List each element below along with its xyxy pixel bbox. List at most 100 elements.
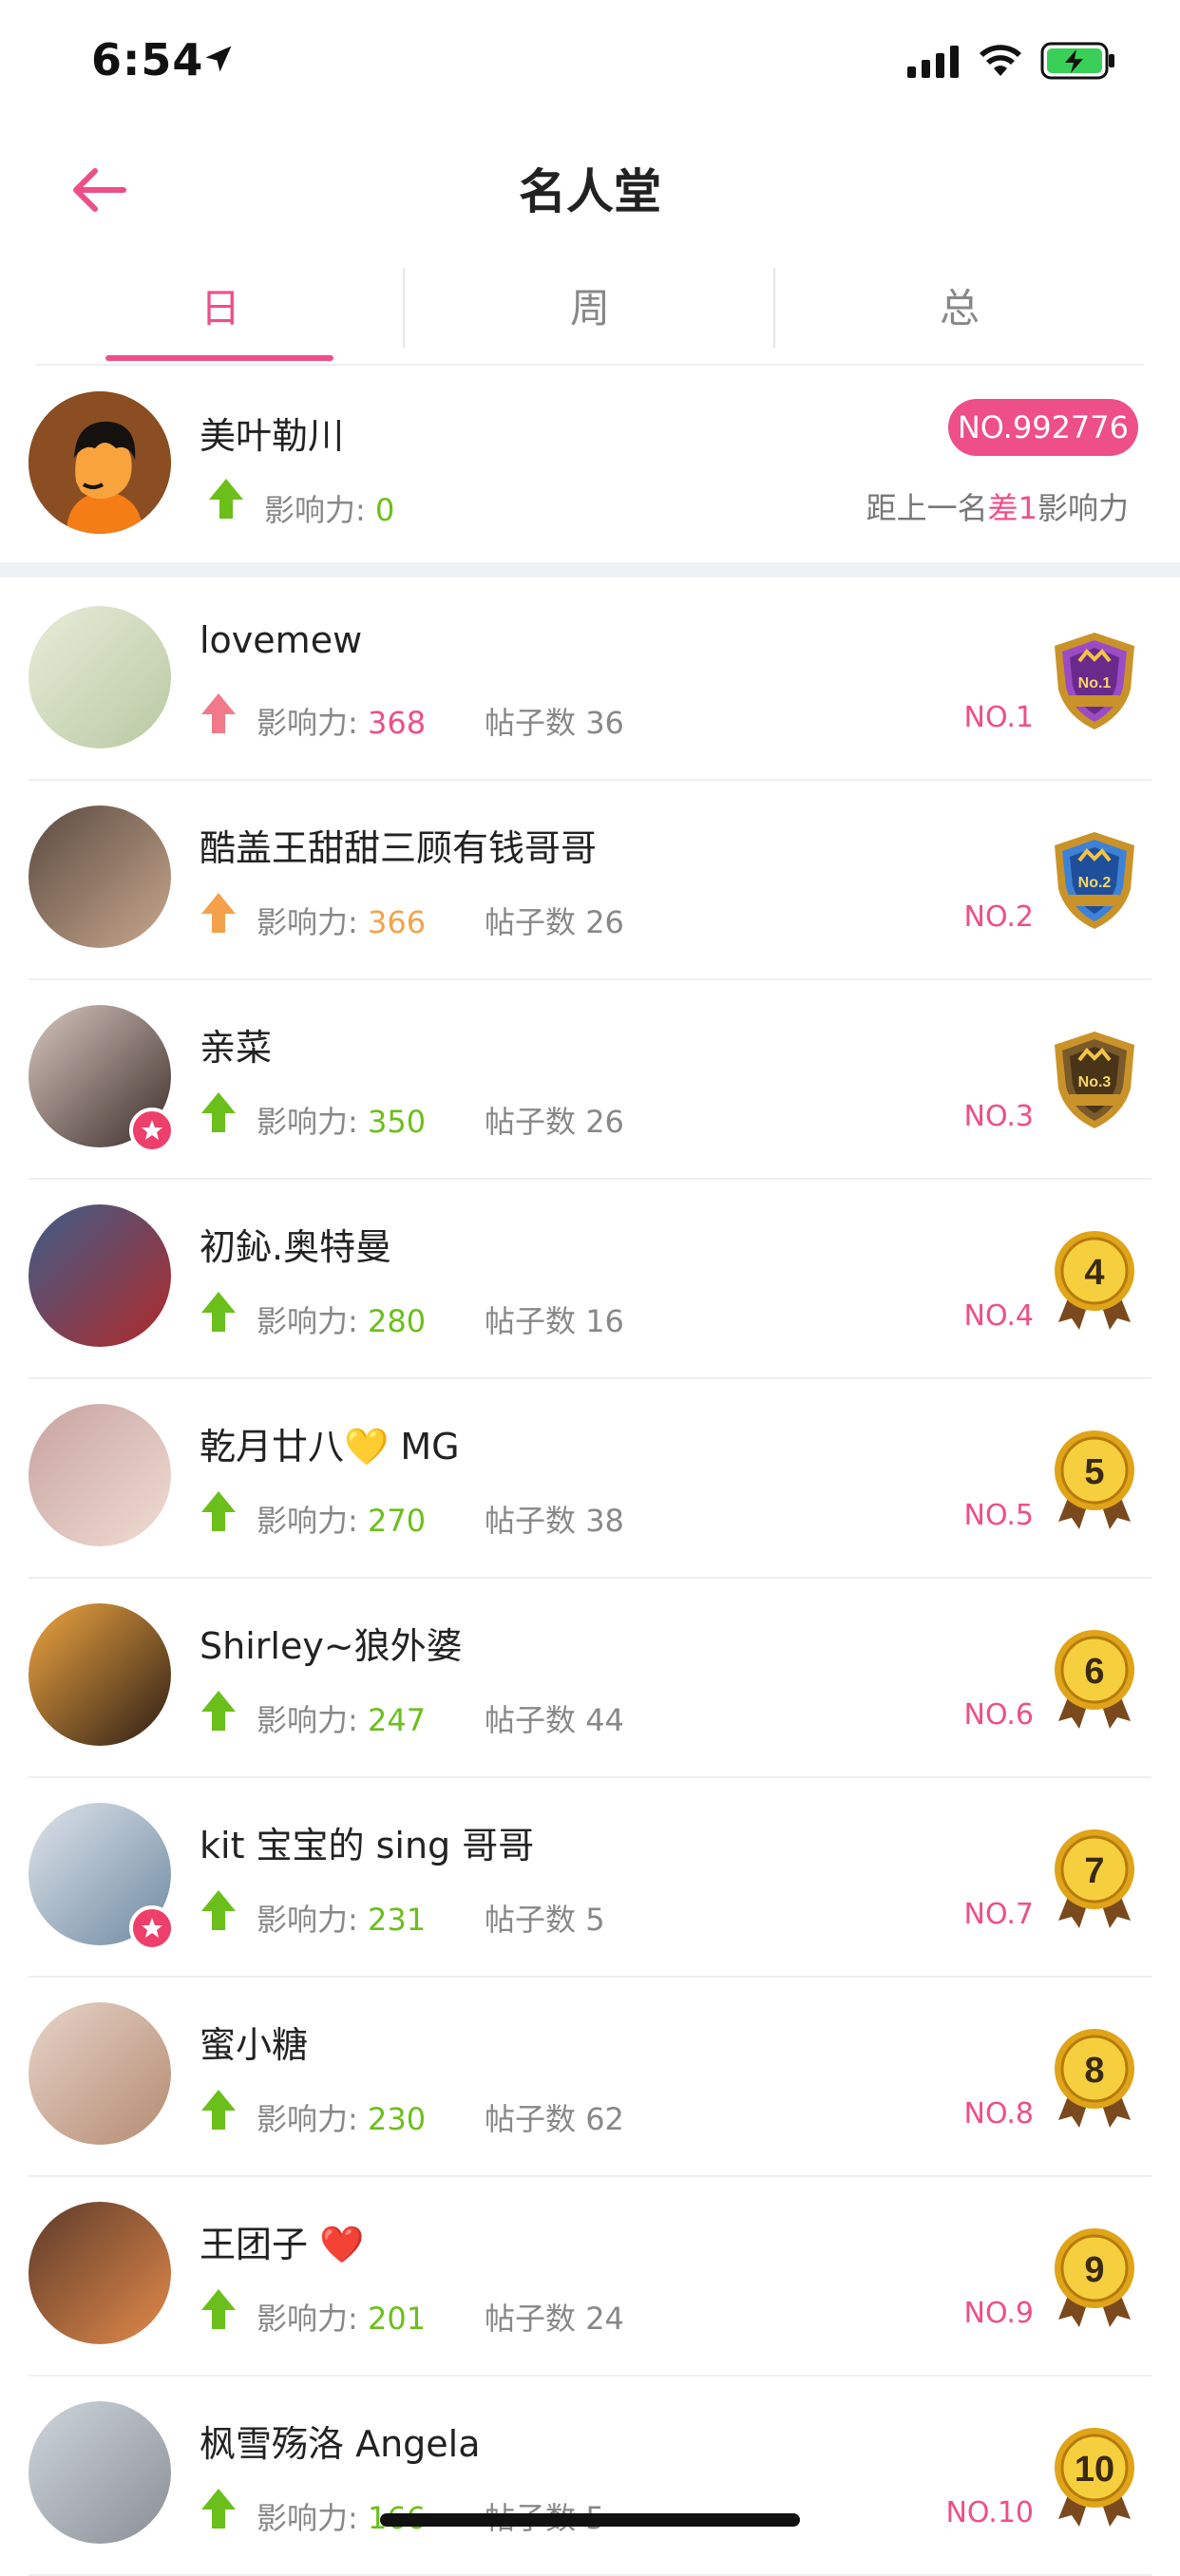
- my-rank-badge: NO.992776: [947, 399, 1138, 456]
- user-name: 蜜小糖: [200, 2024, 309, 2066]
- location-arrow-icon: [205, 46, 232, 72]
- list-item[interactable]: 王团子 ❤️ 影响力: 201 帖子数 24 NO.9 9: [0, 2177, 1180, 2377]
- post-count: 帖子数 36: [485, 699, 624, 743]
- influence-label-text: 影响力:: [257, 1104, 368, 1140]
- posts-value: 62: [585, 2101, 624, 2137]
- avatar[interactable]: [29, 1404, 171, 1546]
- up-arrow-icon: [209, 479, 243, 519]
- influence-label-text: 影响力:: [264, 492, 375, 528]
- avatar[interactable]: [29, 391, 171, 534]
- influence-value: 230: [367, 2101, 427, 2137]
- influence-label: 影响力: 368: [257, 699, 426, 743]
- medal-number: 10: [1075, 2450, 1114, 2490]
- user-name: lovemew: [200, 619, 363, 661]
- up-arrow-icon: [201, 2489, 236, 2529]
- avatar[interactable]: [29, 1204, 171, 1347]
- influence-label: 影响力: 350: [257, 1098, 426, 1142]
- medal-number: No.3: [1078, 1074, 1112, 1090]
- rank-number: NO.6: [963, 1698, 1034, 1732]
- list-item[interactable]: 枫雪殇洛 Angela 影响力: 166 帖子数 5 NO.10 10: [0, 2377, 1180, 2576]
- verified-star-badge-icon: [129, 1108, 175, 1153]
- user-name: kit 宝宝的 sing 哥哥: [200, 1825, 535, 1866]
- posts-label: 帖子数: [485, 2301, 586, 2337]
- post-count: 帖子数 5: [485, 1896, 605, 1940]
- influence-value: 368: [367, 705, 427, 741]
- influence-value: 280: [367, 1303, 427, 1339]
- influence-value: 231: [367, 1902, 427, 1938]
- cartoon-avatar-icon: [29, 391, 171, 534]
- up-arrow-icon: [201, 1691, 236, 1731]
- list-item[interactable]: 亲菜 影响力: 350 帖子数 26 NO.3 No.3: [0, 980, 1180, 1180]
- influence-label: 影响力: 230: [257, 2095, 426, 2139]
- gold-rosette-medal-icon: 10: [1047, 2424, 1142, 2529]
- gold-rosette-medal-icon: 7: [1047, 1826, 1142, 1930]
- rank-number: NO.5: [963, 1499, 1034, 1532]
- post-count: 帖子数 26: [485, 899, 624, 942]
- influence-label-text: 影响力:: [257, 904, 368, 940]
- gap-suffix: 影响力: [1037, 490, 1129, 526]
- posts-label: 帖子数: [485, 2101, 586, 2137]
- list-item[interactable]: 初鈊.奥特曼 影响力: 280 帖子数 16 NO.4 4: [0, 1180, 1180, 1379]
- posts-value: 16: [585, 1303, 624, 1339]
- my-name: 美叶勒川: [200, 415, 345, 457]
- section-divider: [0, 562, 1180, 578]
- user-name: 酷盖王甜甜三顾有钱哥哥: [200, 827, 598, 869]
- list-item[interactable]: 酷盖王甜甜三顾有钱哥哥 影响力: 366 帖子数 26 NO.2 No.2: [0, 781, 1180, 980]
- period-tabs: 日 周 总: [36, 266, 1144, 366]
- list-item[interactable]: 蜜小糖 影响力: 230 帖子数 62 NO.8 8: [0, 1978, 1180, 2177]
- list-item[interactable]: kit 宝宝的 sing 哥哥 影响力: 231 帖子数 5 NO.7 7: [0, 1778, 1180, 1978]
- influence-value: 350: [367, 1104, 427, 1140]
- post-count: 帖子数 38: [485, 1497, 624, 1541]
- influence-label-text: 影响力:: [257, 1902, 368, 1938]
- gold-rosette-medal-icon: 9: [1047, 2225, 1142, 2329]
- rank-number: NO.10: [945, 2496, 1034, 2529]
- avatar[interactable]: [29, 606, 171, 748]
- posts-value: 24: [585, 2301, 624, 2337]
- list-item[interactable]: Shirley~狼外婆 影响力: 247 帖子数 44 NO.6 6: [0, 1579, 1180, 1778]
- post-count: 帖子数 16: [485, 1297, 624, 1341]
- posts-label: 帖子数: [485, 904, 586, 940]
- rank-number: NO.1: [963, 701, 1034, 734]
- influence-label-text: 影响力:: [257, 2500, 368, 2536]
- tab-day[interactable]: 日: [36, 266, 405, 361]
- up-arrow-icon: [201, 893, 236, 933]
- medal-number: 4: [1084, 1253, 1104, 1293]
- avatar[interactable]: [29, 805, 171, 948]
- influence-label: 影响力: 366: [257, 899, 426, 942]
- my-rank-row[interactable]: 美叶勒川 影响力: 0 NO.992776 距上一名差1影响力: [0, 370, 1180, 560]
- influence-label-text: 影响力:: [257, 1702, 368, 1738]
- tab-total[interactable]: 总: [775, 266, 1144, 361]
- avatar[interactable]: [29, 2002, 171, 2145]
- user-name: 枫雪殇洛 Angela: [200, 2423, 481, 2465]
- influence-label-text: 影响力:: [257, 1303, 368, 1339]
- up-arrow-icon: [201, 1092, 236, 1132]
- posts-value: 5: [585, 1902, 605, 1938]
- tab-week[interactable]: 周: [406, 266, 774, 361]
- list-item[interactable]: lovemew 影响力: 368 帖子数 36 NO.1 No.1: [0, 581, 1180, 781]
- up-arrow-icon: [201, 1491, 236, 1531]
- gap-highlight: 差1: [987, 490, 1037, 526]
- influence-value: 366: [367, 904, 427, 940]
- home-indicator: [380, 2513, 800, 2527]
- medal-number: 5: [1084, 1452, 1104, 1492]
- post-count: 帖子数 62: [485, 2095, 624, 2139]
- rank-number: NO.3: [963, 1100, 1034, 1133]
- posts-label: 帖子数: [485, 1503, 586, 1539]
- gap-to-previous: 距上一名差1影响力: [866, 484, 1129, 528]
- posts-value: 26: [585, 1104, 624, 1140]
- influence-label-text: 影响力:: [257, 1503, 368, 1539]
- post-count: 帖子数 26: [485, 1098, 624, 1142]
- list-item[interactable]: 乾月廿八💛 MG 影响力: 270 帖子数 38 NO.5 5: [0, 1379, 1180, 1579]
- verified-star-badge-icon: [129, 1905, 175, 1951]
- medal-number: 8: [1084, 2051, 1104, 2091]
- page-title: 名人堂: [519, 164, 661, 219]
- avatar[interactable]: [29, 2202, 171, 2344]
- influence-label: 影响力: 270: [257, 1497, 426, 1541]
- user-name: Shirley~狼外婆: [200, 1625, 463, 1667]
- avatar[interactable]: [29, 1603, 171, 1746]
- influence-label-text: 影响力:: [257, 705, 368, 741]
- avatar[interactable]: [29, 2401, 171, 2544]
- user-name: 初鈊.奥特曼: [200, 1226, 392, 1268]
- posts-value: 36: [585, 705, 624, 741]
- post-count: 帖子数 44: [485, 1696, 624, 1740]
